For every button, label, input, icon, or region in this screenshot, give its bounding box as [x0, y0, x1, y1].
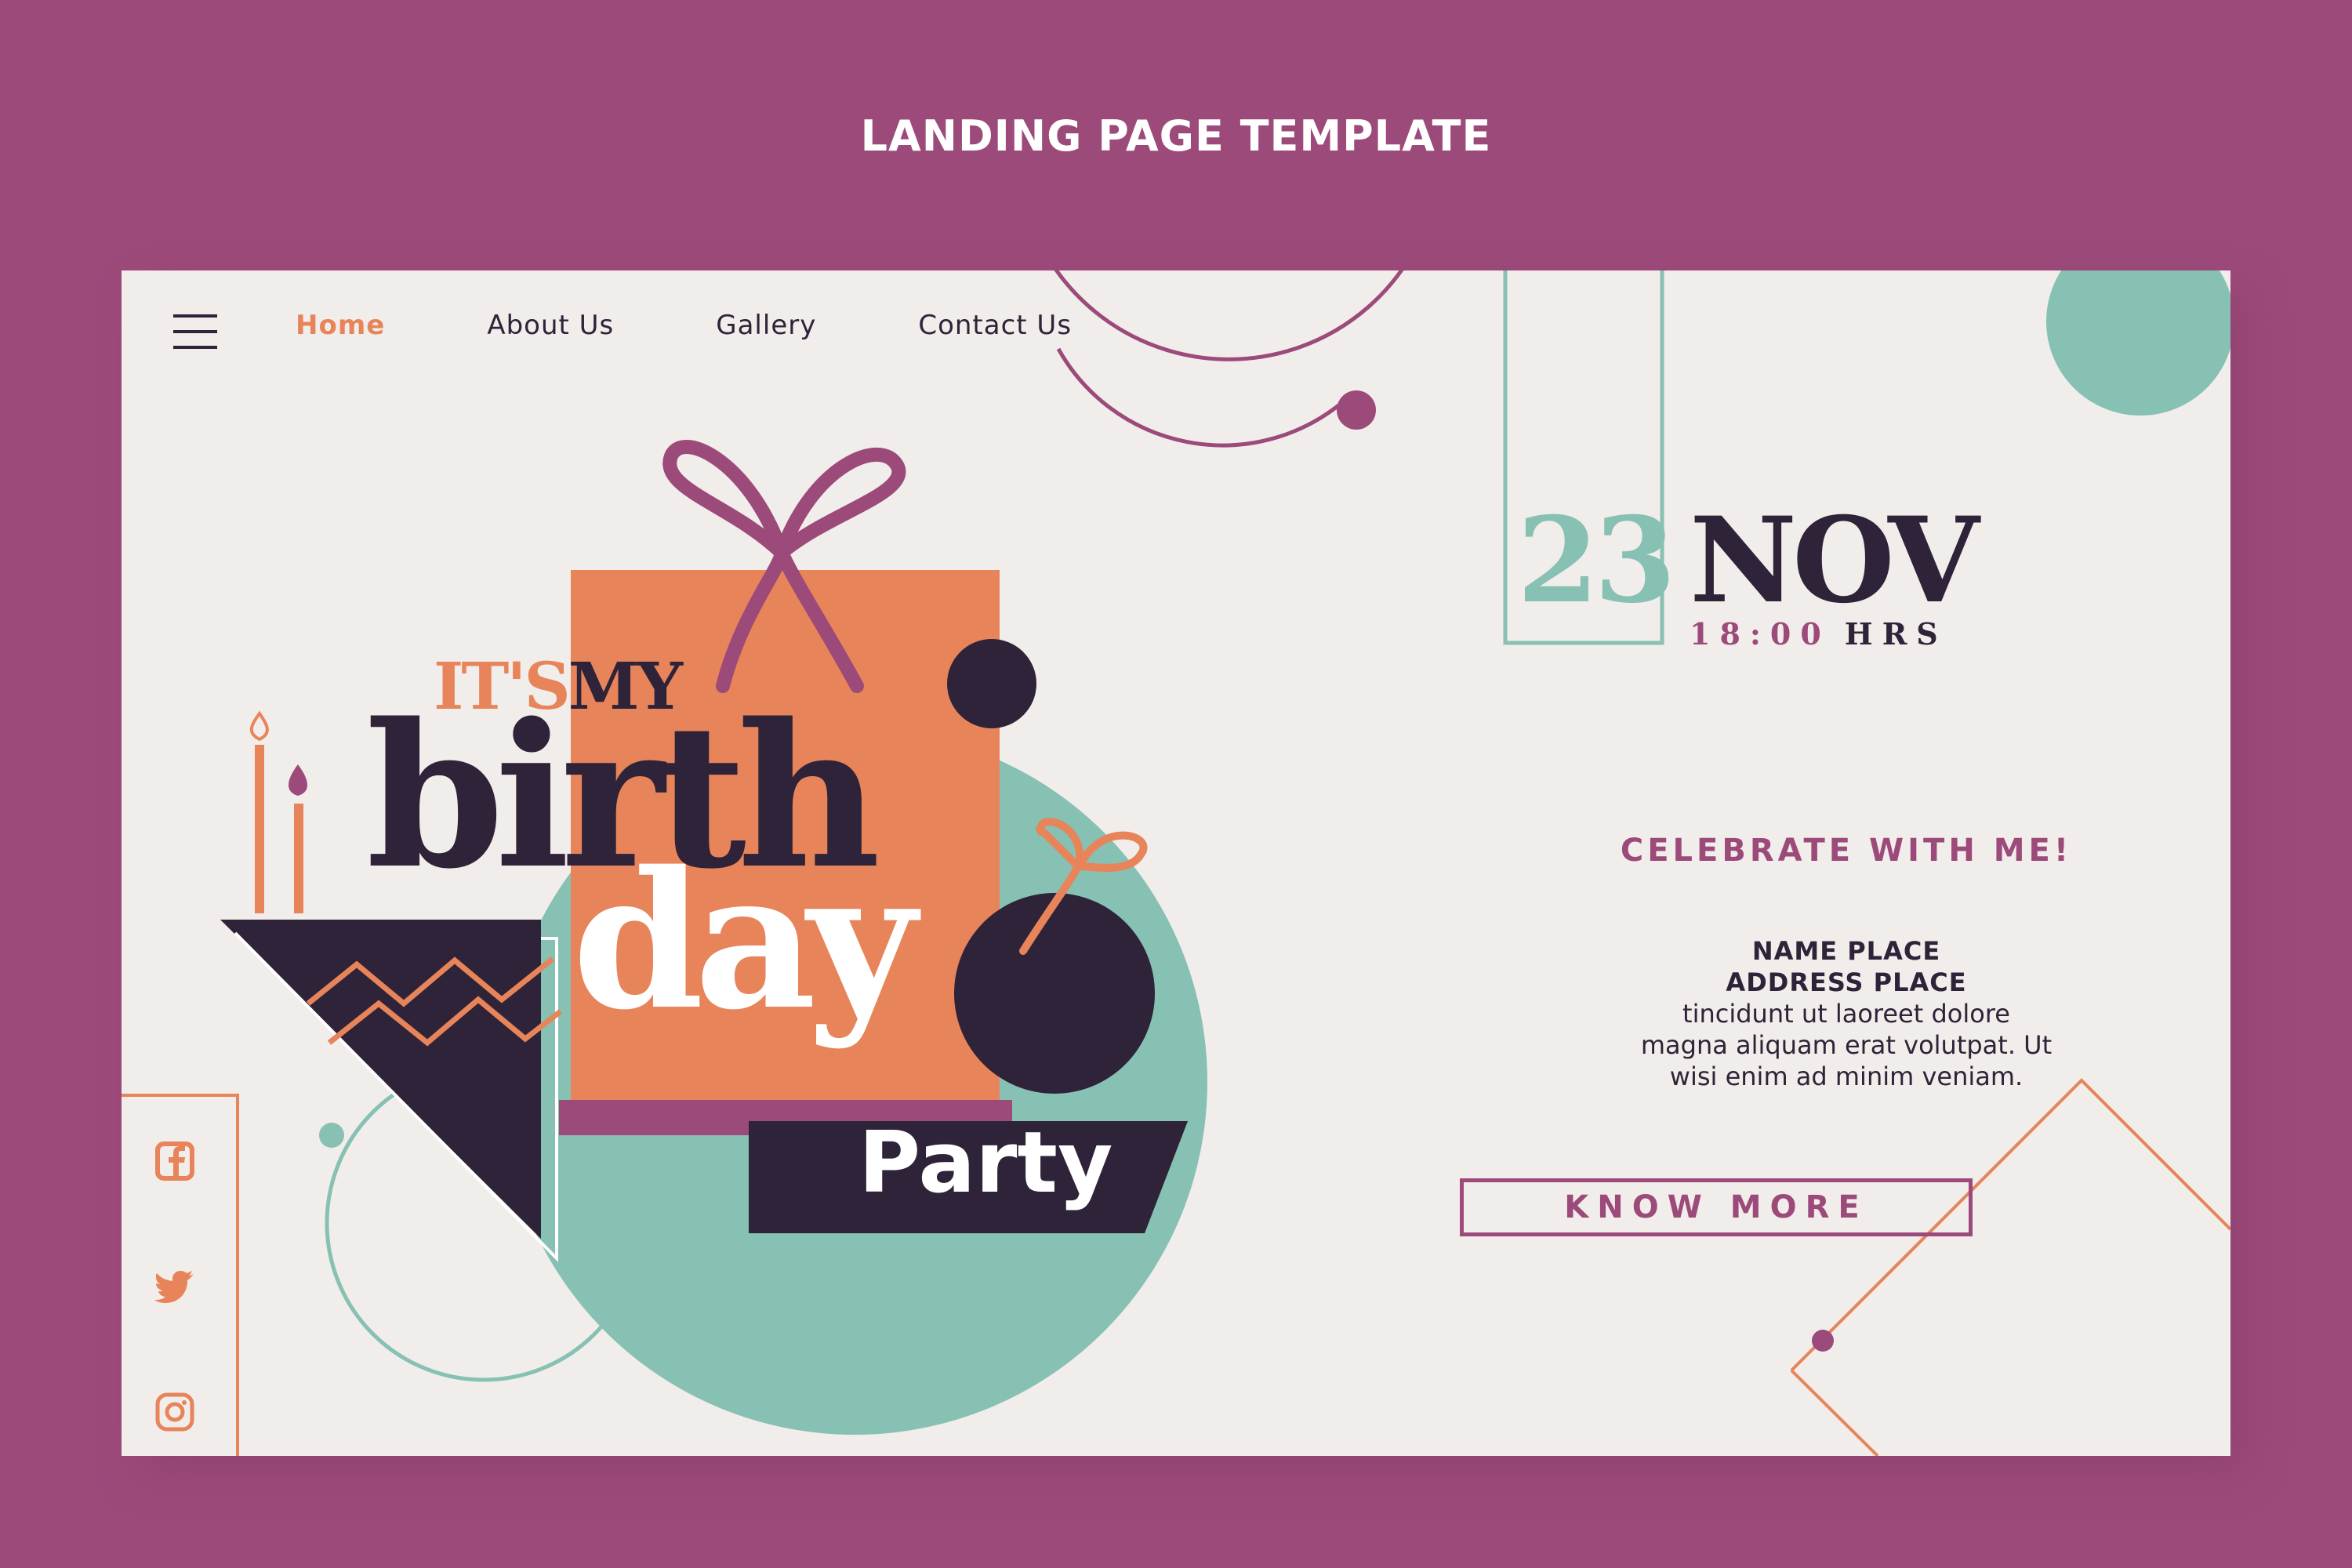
know-more-button[interactable]: KNOW MORE — [1460, 1178, 1973, 1236]
top-arc-lower — [1056, 347, 1342, 448]
outline-circle-dot — [319, 1123, 344, 1148]
candle-right — [294, 804, 303, 913]
small-dark-circle — [947, 639, 1036, 728]
candle-left — [255, 745, 264, 913]
teal-corner-circle — [2046, 270, 2230, 416]
info-line: wisi enim ad minim veniam. — [1669, 1062, 2024, 1091]
nav-gallery[interactable]: Gallery — [716, 310, 816, 341]
page-heading: LANDING PAGE TEMPLATE — [860, 111, 1492, 161]
info-line: tincidunt ut laoreet dolore — [1682, 999, 2010, 1029]
event-day: 23 — [1517, 492, 1676, 630]
event-time-unit: HRS — [1844, 616, 1947, 652]
event-time: 18:00 HRS — [1690, 619, 1947, 649]
twitter-icon[interactable] — [153, 1265, 197, 1308]
hero-day: day — [572, 830, 916, 1051]
landing-card: Home About Us Gallery Contact Us IT'SMY … — [122, 270, 2230, 1456]
event-time-value: 18:00 — [1690, 616, 1831, 652]
top-arc-dot — [1337, 390, 1376, 430]
hero-party: Party — [858, 1114, 1113, 1212]
address-place: ADDRESS PLACE — [1726, 967, 1967, 997]
event-month: NOV — [1690, 492, 1980, 630]
facebook-icon[interactable] — [153, 1139, 197, 1183]
name-place: NAME PLACE — [1751, 936, 1941, 966]
info-line: magna aliquam erat volutpat. Ut — [1640, 1030, 2053, 1060]
diamond-outline-lower — [1790, 1369, 1879, 1456]
celebrate-heading: CELEBRATE WITH ME! — [1620, 833, 2073, 869]
candle-flame-left — [249, 710, 269, 742]
event-info: NAME PLACE ADDRESS PLACE tincidunt ut la… — [1454, 935, 2230, 1092]
candle-flame-right — [288, 764, 308, 796]
menu-icon[interactable] — [173, 314, 217, 349]
main-nav: Home About Us Gallery Contact Us — [296, 310, 1174, 341]
nav-contact-us[interactable]: Contact Us — [918, 310, 1072, 341]
nav-home[interactable]: Home — [296, 310, 385, 341]
instagram-icon[interactable] — [153, 1390, 197, 1434]
diamond-dot — [1812, 1330, 1834, 1352]
nav-about-us[interactable]: About Us — [487, 310, 614, 341]
gift-bow — [662, 440, 906, 560]
dark-ornament — [954, 893, 1155, 1094]
